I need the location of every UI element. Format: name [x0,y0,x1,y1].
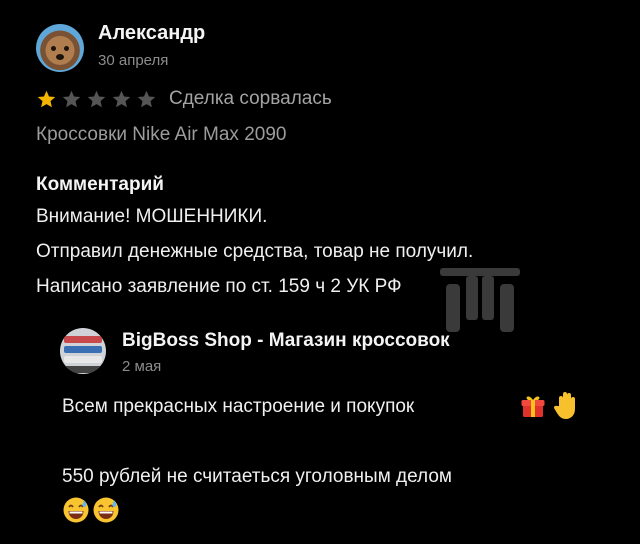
comment-heading: Комментарий [36,174,164,195]
author-name[interactable]: Александр [98,22,205,45]
product-name[interactable]: Кроссовки Nike Air Max 2090 [36,124,286,146]
star-filled-icon [36,89,57,110]
sweat-smile-icon [93,497,119,523]
comment-line: Внимание! МОШЕННИКИ. [36,206,268,227]
watermark-logo-icon [440,268,520,332]
raised-hand-icon [553,392,575,419]
seller-name[interactable]: BigBoss Shop - Магазин кроссовок [122,330,450,352]
reply-line: 550 рублей не считаеться уголовным делом [62,466,452,487]
star-empty-icon [111,89,132,110]
reply-line: Всем прекрасных настроение и покупок [62,396,415,417]
reply-date: 2 мая [122,358,162,375]
star-empty-icon [61,89,82,110]
comment-line: Отправил денежные средства, товар не пол… [36,241,474,262]
deal-status: Сделка сорвалась [169,88,332,109]
rating-row: Сделка сорвалась [36,86,332,112]
review-date: 30 апреля [98,52,169,69]
gift-icon [521,396,545,417]
star-empty-icon [86,89,107,110]
star-empty-icon [136,89,157,110]
review-card: Александр 30 апреля Сделка сорвалась Кро… [0,0,640,544]
author-avatar[interactable] [36,24,84,72]
comment-line: Написано заявление по ст. 159 ч 2 УК РФ [36,276,402,297]
sweat-smile-icon [63,497,89,523]
seller-avatar[interactable] [60,328,106,374]
